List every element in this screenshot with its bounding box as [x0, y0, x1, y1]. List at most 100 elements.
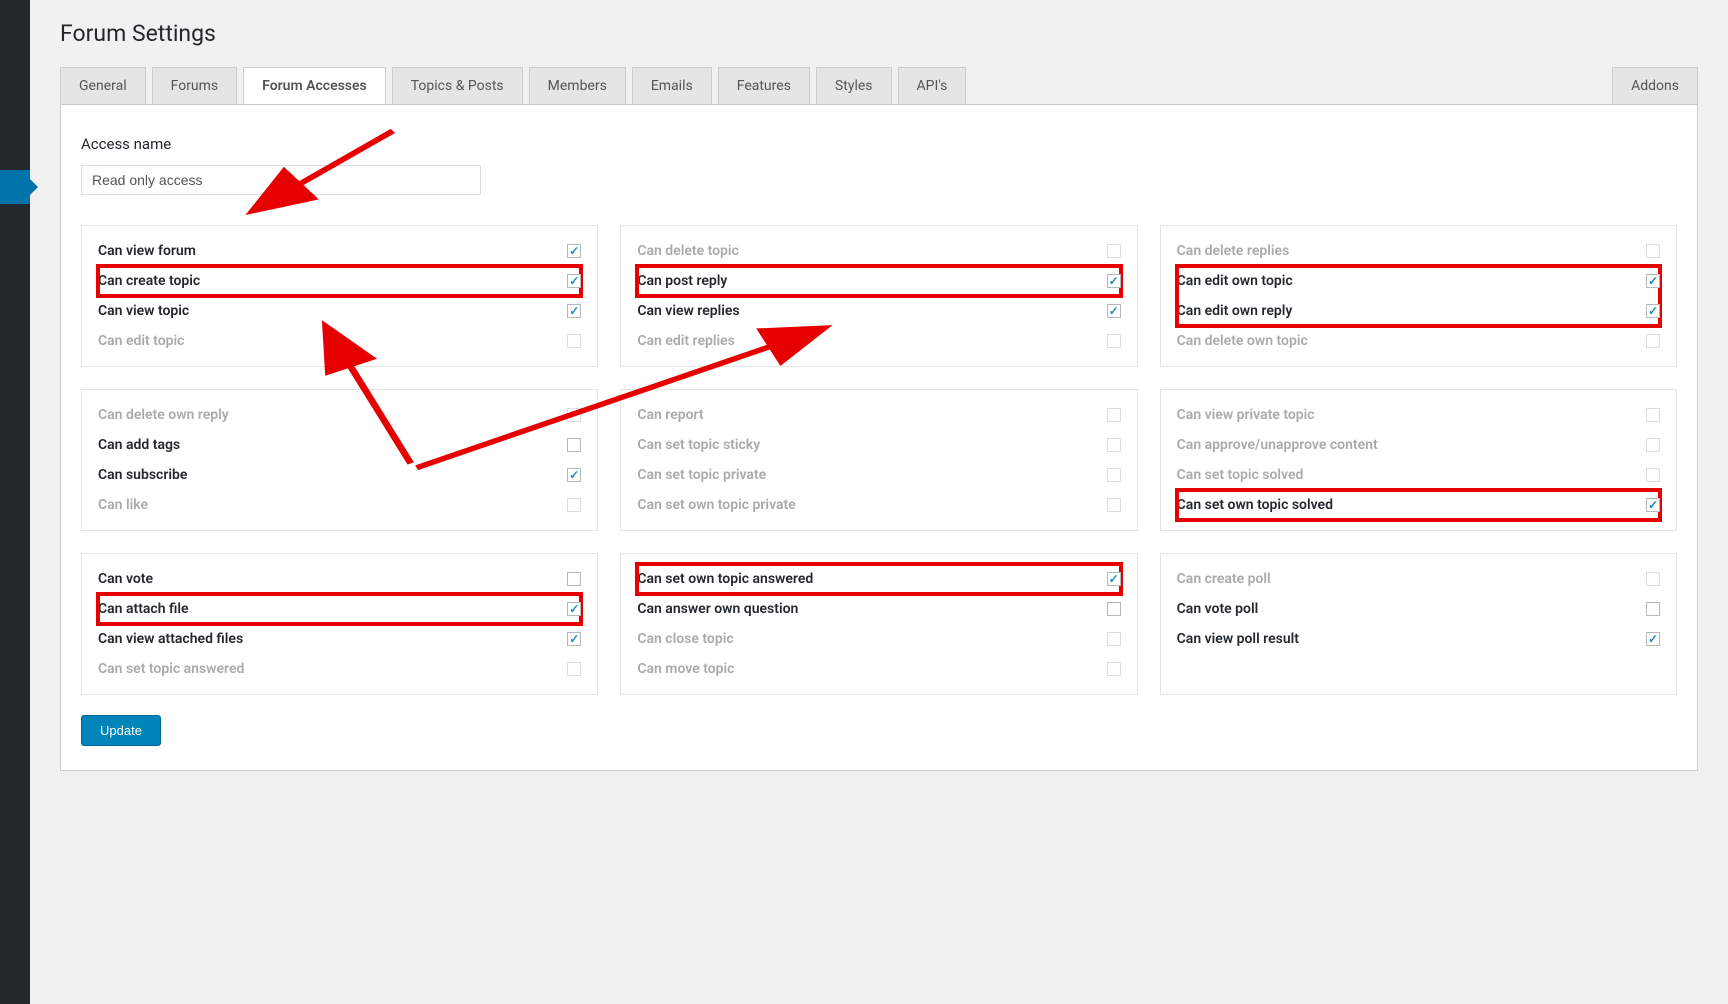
permission-row: Can view private topic [1177, 400, 1660, 430]
permission-checkbox[interactable] [1646, 304, 1660, 318]
permission-checkbox[interactable] [1646, 498, 1660, 512]
permission-label: Can view replies [637, 303, 739, 319]
permission-checkbox[interactable] [567, 244, 581, 258]
permission-checkbox[interactable] [1107, 304, 1121, 318]
permission-checkbox[interactable] [1646, 274, 1660, 288]
tab-features[interactable]: Features [718, 67, 810, 105]
content-panel: Access name Can view forumCan create top… [60, 104, 1698, 771]
highlight-box: Can attach file [98, 594, 581, 624]
permission-label: Can set topic solved [1177, 467, 1304, 483]
permission-label: Can view topic [98, 303, 189, 319]
permission-checkbox[interactable] [567, 468, 581, 482]
permission-card: Can vote Can attach file Can view attached… [81, 553, 598, 695]
permission-card: Can delete own reply Can add tagsCan subs… [81, 389, 598, 531]
permission-card: Can delete repliesCan edit own topicCan … [1160, 225, 1677, 367]
permission-label: Can answer own question [637, 601, 798, 617]
permission-label: Can delete replies [1177, 243, 1290, 259]
permission-row: Can set topic solved [1177, 460, 1660, 490]
tab-styles[interactable]: Styles [816, 67, 892, 105]
sidebar-active-marker [0, 170, 30, 204]
permission-row: Can set own topic answered [637, 564, 1120, 594]
permission-checkbox[interactable] [567, 304, 581, 318]
permission-row: Can post reply [637, 266, 1120, 296]
permission-checkbox[interactable] [567, 632, 581, 646]
permission-label: Can set topic answered [98, 661, 244, 677]
update-button[interactable]: Update [81, 715, 161, 746]
permission-checkbox [1646, 572, 1660, 586]
permission-checkbox [1646, 438, 1660, 452]
permission-label: Can edit topic [98, 333, 184, 349]
permission-label: Can attach file [98, 601, 189, 617]
permission-label: Can delete topic [637, 243, 739, 259]
permission-label: Can delete own reply [98, 407, 229, 423]
permission-row: Can view topic [98, 296, 581, 326]
permission-card: Can view private topic Can approve/unappr… [1160, 389, 1677, 531]
permission-label: Can edit replies [637, 333, 735, 349]
permission-row: Can delete own reply [98, 400, 581, 430]
permission-checkbox [567, 408, 581, 422]
permission-checkbox[interactable] [567, 438, 581, 452]
permission-label: Can report [637, 407, 703, 423]
permission-row: Can view attached files [98, 624, 581, 654]
permission-label: Can view private topic [1177, 407, 1315, 423]
permission-row: Can subscribe [98, 460, 581, 490]
permission-row: Can vote [98, 564, 581, 594]
highlight-box: Can set own topic solved [1177, 490, 1660, 520]
permission-checkbox[interactable] [567, 274, 581, 288]
permission-label: Can approve/unapprove content [1177, 437, 1378, 453]
tab-general[interactable]: General [60, 67, 146, 105]
tab-forum-accesses[interactable]: Forum Accesses [243, 67, 386, 105]
permission-row: Can create topic [98, 266, 581, 296]
highlight-box: Can post reply [637, 266, 1120, 296]
tab-apis[interactable]: API's [898, 67, 967, 105]
permission-checkbox [1646, 408, 1660, 422]
permission-row: Can add tags [98, 430, 581, 460]
permission-label: Can delete own topic [1177, 333, 1308, 349]
access-name-input[interactable] [81, 165, 481, 195]
permission-card: Can set own topic answered Can answer own… [620, 553, 1137, 695]
permission-checkbox [567, 498, 581, 512]
permission-checkbox [567, 662, 581, 676]
permission-label: Can move topic [637, 661, 734, 677]
tabs-left: General Forums Forum Accesses Topics & P… [60, 67, 966, 105]
permission-checkbox[interactable] [1107, 274, 1121, 288]
permission-checkbox[interactable] [1107, 602, 1121, 616]
permission-checkbox[interactable] [567, 572, 581, 586]
permission-row: Can delete topic [637, 236, 1120, 266]
tab-forums[interactable]: Forums [152, 67, 238, 105]
permission-card: Can create poll Can vote poll Can view pol… [1160, 553, 1677, 695]
permission-card: Can delete topic Can post reply Can view r… [620, 225, 1137, 367]
permission-row: Can edit own reply [1177, 296, 1660, 326]
permission-row: Can view poll result [1177, 624, 1660, 654]
tab-emails[interactable]: Emails [632, 67, 712, 105]
permission-checkbox [567, 334, 581, 348]
highlight-box: Can set own topic answered [637, 564, 1120, 594]
permission-checkbox[interactable] [1646, 602, 1660, 616]
permission-row: Can move topic [637, 654, 1120, 684]
permission-row: Can create poll [1177, 564, 1660, 594]
permission-checkbox[interactable] [1107, 572, 1121, 586]
permission-label: Can view poll result [1177, 631, 1299, 647]
permission-label: Can vote poll [1177, 601, 1259, 617]
permission-row: Can set topic answered [98, 654, 581, 684]
permission-row: Can view replies [637, 296, 1120, 326]
main-content: Forum Settings General Forums Forum Acce… [30, 0, 1728, 791]
tab-topics-posts[interactable]: Topics & Posts [392, 67, 523, 105]
tab-addons[interactable]: Addons [1612, 67, 1698, 105]
permission-label: Can like [98, 497, 148, 513]
permission-row: Can edit own topic [1177, 266, 1660, 296]
permission-label: Can set topic sticky [637, 437, 760, 453]
tabs-row: General Forums Forum Accesses Topics & P… [60, 67, 1698, 105]
permission-row: Can edit topic [98, 326, 581, 356]
permission-checkbox [1646, 334, 1660, 348]
highlight-box: Can create topic [98, 266, 581, 296]
permission-checkbox [1107, 498, 1121, 512]
permission-checkbox[interactable] [567, 602, 581, 616]
tabs-right: Addons [1612, 67, 1698, 105]
permission-checkbox[interactable] [1646, 632, 1660, 646]
permission-checkbox [1107, 632, 1121, 646]
permission-checkbox [1646, 244, 1660, 258]
permission-label: Can set own topic answered [637, 571, 813, 587]
permission-row: Can report [637, 400, 1120, 430]
tab-members[interactable]: Members [529, 67, 626, 105]
